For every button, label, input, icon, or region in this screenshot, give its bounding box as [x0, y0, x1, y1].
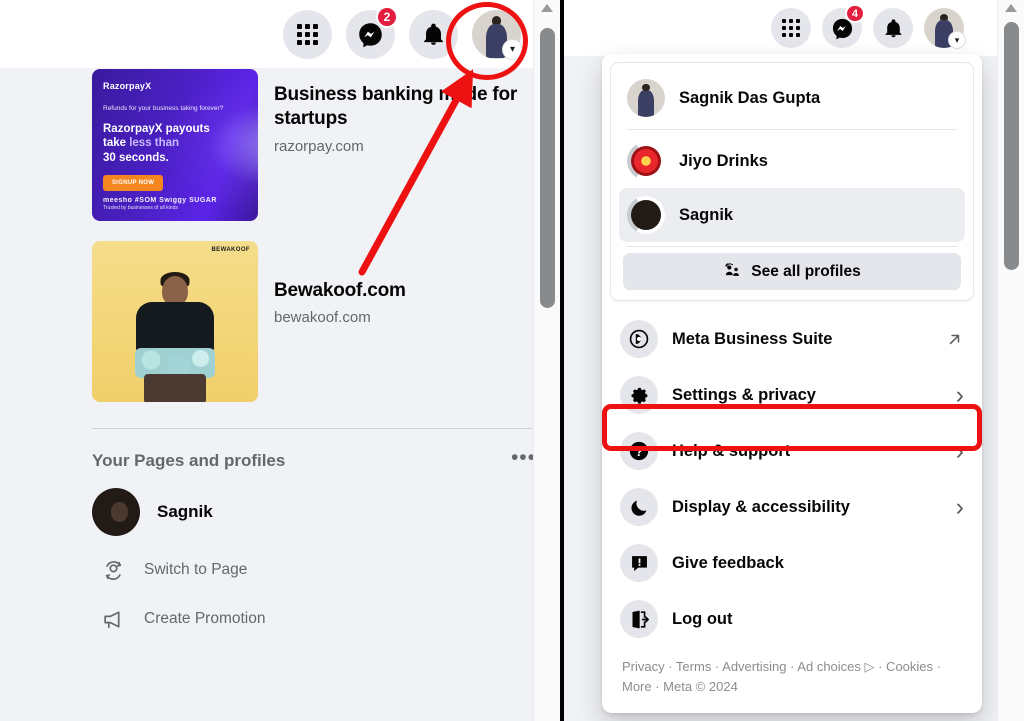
grid-apps-icon[interactable]: [283, 9, 332, 59]
ad-model-illustration: [123, 270, 227, 402]
page-list-item[interactable]: Sagnik: [0, 471, 560, 536]
ad-brand-strip: meesho #SOM Swiggy SUGAR: [103, 197, 217, 204]
chevron-right-icon: ›: [955, 380, 964, 409]
chevron-down-icon: ▾: [948, 31, 966, 49]
svg-text:?: ?: [635, 444, 643, 459]
ad-kicker: Refunds for your business taking forever…: [103, 105, 224, 112]
right-panel: 4 ▾ Sagnik Das Gupta Jiyo Drinks Sagnik …: [560, 0, 1024, 721]
ad-url: razorpay.com: [274, 137, 364, 155]
ad-headline-3: 30 seconds.: [103, 151, 169, 164]
logout-icon: [620, 600, 658, 638]
switch-profile-icon: [98, 555, 128, 585]
see-all-profiles-label: See all profiles: [751, 262, 861, 280]
profile-row-sagnik-page[interactable]: Sagnik: [619, 188, 965, 242]
meta-business-suite-icon: [620, 320, 658, 358]
scroll-up-arrow-icon[interactable]: [541, 4, 553, 12]
profile-separator: [627, 129, 957, 130]
ad-title[interactable]: Bewakoof.com: [274, 279, 406, 303]
page-name: Sagnik: [157, 502, 213, 521]
profile-row-jiyo[interactable]: Jiyo Drinks: [619, 134, 965, 188]
switch-to-page-action[interactable]: Switch to Page: [0, 536, 560, 585]
grid-apps-icon[interactable]: [771, 8, 811, 48]
right-facebook-topbar: 4 ▾: [564, 0, 1024, 56]
profile-row-personal[interactable]: Sagnik Das Gupta: [619, 71, 965, 125]
account-avatar[interactable]: ▾: [472, 9, 523, 60]
menu-item-give-feedback[interactable]: Give feedback: [610, 535, 974, 591]
profile-name: Sagnik: [679, 205, 734, 224]
person-avatar: [627, 79, 665, 117]
external-link-icon: [945, 330, 964, 349]
profile-name: Sagnik Das Gupta: [679, 88, 821, 107]
sponsored-ad-bewakoof[interactable]: BEWAKOOF Bewakoof.com bewakoof.com: [92, 241, 536, 402]
bell-glyph: [885, 18, 901, 37]
your-pages-title: Your Pages and profiles: [92, 451, 286, 470]
right-scrollbar-thumb[interactable]: [1004, 22, 1019, 270]
menu-item-label: Help & support: [672, 441, 791, 460]
bell-icon[interactable]: [873, 8, 913, 48]
dropdown-menu-list: Meta Business Suite Settings & privacy ›…: [610, 301, 974, 649]
account-dropdown-menu: Sagnik Das Gupta Jiyo Drinks Sagnik See …: [602, 54, 982, 714]
menu-item-label: Log out: [672, 609, 733, 628]
gear-icon: [620, 376, 658, 414]
ad-footnote: Trusted by businesses of all kinds: [103, 205, 178, 211]
messenger-icon[interactable]: 4: [822, 4, 865, 48]
left-scrollbar-track[interactable]: [533, 0, 560, 721]
create-promotion-action[interactable]: Create Promotion: [0, 585, 560, 634]
messenger-badge-count: 4: [844, 4, 865, 23]
ad-title[interactable]: Business banking made for startups: [274, 83, 536, 132]
profiles-switch-icon: [725, 263, 740, 276]
left-facebook-topbar: 2 ▾: [0, 0, 533, 68]
ad-headline-2b: less than: [129, 137, 180, 150]
ad-url: bewakoof.com: [274, 309, 371, 327]
menu-item-log-out[interactable]: Log out: [610, 591, 974, 647]
messenger-icon[interactable]: 2: [346, 5, 398, 59]
chevron-down-icon: ▾: [502, 38, 523, 60]
see-all-profiles-button[interactable]: See all profiles: [623, 253, 961, 290]
feedback-icon: [620, 544, 658, 582]
create-promotion-label: Create Promotion: [144, 610, 266, 627]
question-mark-icon: ?: [620, 432, 658, 470]
ad-cta-button[interactable]: SIGNUP NOW: [103, 174, 164, 191]
left-topbar-icons: 2 ▾: [283, 5, 523, 60]
jiyo-page-avatar: [627, 142, 665, 180]
bell-glyph: [424, 23, 443, 45]
chevron-right-icon: ›: [955, 436, 964, 465]
megaphone-icon: [98, 604, 128, 634]
right-scrollbar-track[interactable]: [997, 0, 1024, 721]
profile-name: Jiyo Drinks: [679, 151, 768, 170]
messenger-badge-count: 2: [376, 5, 398, 28]
scroll-up-arrow-icon[interactable]: [1005, 4, 1017, 12]
ad-brand-logo: RazorpayX: [103, 81, 152, 91]
your-pages-header: Your Pages and profiles •••: [0, 429, 560, 471]
menu-item-label: Give feedback: [672, 553, 784, 572]
screenshot-root: 2 ▾ Sponsored RazorpayX: [0, 0, 1024, 721]
menu-item-settings-privacy[interactable]: Settings & privacy ›: [610, 367, 974, 423]
ad-thumbnail-bewakoof[interactable]: BEWAKOOF: [92, 241, 258, 402]
account-avatar[interactable]: ▾: [924, 8, 966, 49]
profile-separator: [627, 246, 957, 247]
switch-to-page-label: Switch to Page: [144, 561, 248, 578]
menu-item-help-support[interactable]: ? Help & support ›: [610, 423, 974, 479]
menu-item-label: Settings & privacy: [672, 385, 816, 404]
menu-item-label: Display & accessibility: [672, 497, 850, 516]
menu-item-display-accessibility[interactable]: Display & accessibility ›: [610, 479, 974, 535]
menu-item-meta-business-suite[interactable]: Meta Business Suite: [610, 311, 974, 367]
ad-headline-1: RazorpayX payouts: [103, 122, 210, 135]
dropdown-footer-links[interactable]: Privacy · Terms · Advertising · Ad choic…: [610, 649, 970, 707]
ad-headline-2a: take: [103, 137, 130, 150]
bell-icon[interactable]: [409, 9, 458, 59]
profiles-card: Sagnik Das Gupta Jiyo Drinks Sagnik See …: [610, 62, 974, 301]
left-panel: 2 ▾ Sponsored RazorpayX: [0, 0, 560, 721]
left-scrollbar-thumb[interactable]: [540, 28, 555, 308]
ad-watermark: BEWAKOOF: [211, 247, 250, 253]
moon-icon: [620, 488, 658, 526]
menu-item-label: Meta Business Suite: [672, 329, 833, 348]
sagnik-page-avatar: [627, 196, 665, 234]
sponsored-ad-razorpay[interactable]: RazorpayX Refunds for your business taki…: [92, 69, 536, 221]
page-avatar: [92, 488, 140, 536]
ad-thumbnail-razorpay[interactable]: RazorpayX Refunds for your business taki…: [92, 69, 258, 221]
chevron-right-icon: ›: [955, 492, 964, 521]
